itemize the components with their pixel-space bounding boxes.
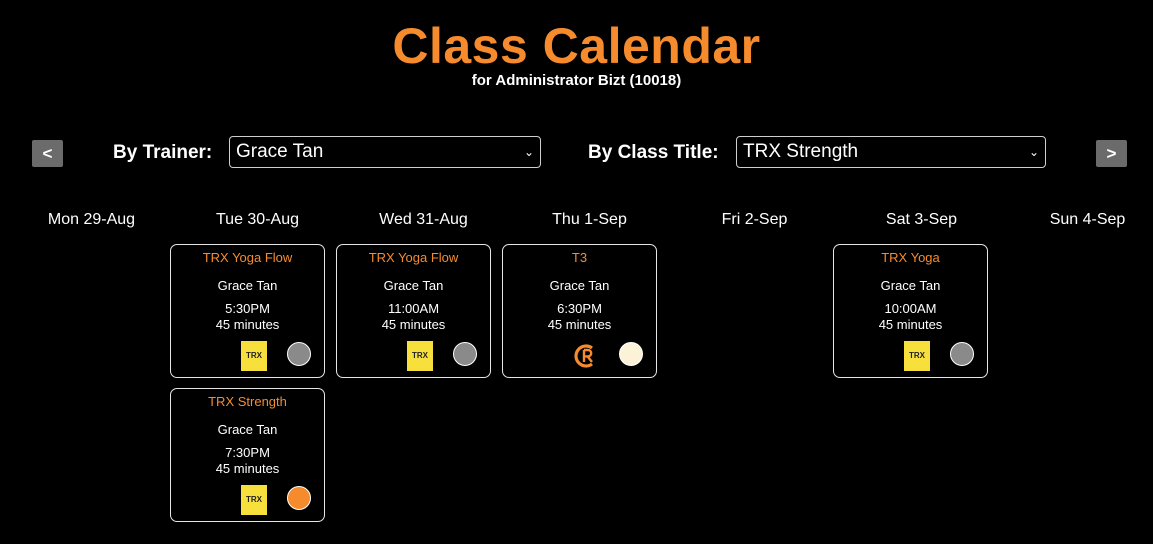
class-trainer: Grace Tan [217,278,278,293]
class-time: 10:00AM [884,301,937,316]
status-dot-icon [287,342,311,366]
cr-logo-icon [573,341,599,371]
class-card[interactable]: T3 Grace Tan 6:30PM 45 minutes [502,244,657,378]
class-title: TRX Yoga Flow [368,250,459,265]
class-time: 7:30PM [225,445,270,460]
page-subtitle: for Administrator Bizt (10018) [471,72,682,89]
day-header-tue: Tue 30-Aug [215,211,299,228]
class-title-filter-label: By Class Title: [588,142,719,163]
status-dot-icon [950,342,974,366]
class-duration: 45 minutes [381,317,446,332]
class-card[interactable]: TRX Yoga Flow Grace Tan 11:00AM 45 minut… [336,244,491,378]
day-header-thu: Thu 1-Sep [552,211,627,228]
class-card[interactable]: TRX Yoga Flow Grace Tan 5:30PM 45 minute… [170,244,325,378]
class-trainer: Grace Tan [880,278,941,293]
trx-logo-icon: TRX [241,485,267,515]
trainer-select-value: Grace Tan [236,141,324,162]
trx-logo-icon: TRX [241,341,267,371]
class-title-select-value: TRX Strength [743,141,859,162]
status-dot-icon [287,486,311,510]
day-header-sat: Sat 3-Sep [885,211,958,228]
chevron-down-icon: ⌄ [523,145,534,159]
trx-logo-icon: TRX [407,341,433,371]
class-time: 11:00AM [387,301,440,316]
day-header-mon: Mon 29-Aug [47,211,136,228]
class-title: TRX Yoga [881,250,940,265]
class-duration: 45 minutes [878,317,943,332]
class-duration: 45 minutes [547,317,612,332]
trx-logo-icon: TRX [904,341,930,371]
class-time: 5:30PM [225,301,270,316]
class-title: TRX Yoga Flow [202,250,293,265]
class-duration: 45 minutes [215,461,280,476]
trainer-filter-label: By Trainer: [113,142,213,163]
class-trainer: Grace Tan [217,422,278,437]
day-header-wed: Wed 31-Aug [379,211,468,228]
class-title-select[interactable]: TRX Strength ⌄ [736,136,1046,168]
status-dot-icon [453,342,477,366]
status-dot-icon [619,342,643,366]
class-title: TRX Strength [208,394,287,409]
class-trainer: Grace Tan [383,278,444,293]
chevron-down-icon: ⌄ [1028,145,1039,159]
class-trainer: Grace Tan [549,278,610,293]
class-card[interactable]: TRX Strength Grace Tan 7:30PM 45 minutes… [170,388,325,522]
class-calendar-page: Class Calendar for Administrator Bizt (1… [0,0,1153,544]
class-title: T3 [571,250,588,265]
class-card[interactable]: TRX Yoga Grace Tan 10:00AM 45 minutes TR… [833,244,988,378]
previous-week-button[interactable]: < [32,140,63,167]
next-week-button[interactable]: > [1096,140,1127,167]
trainer-select[interactable]: Grace Tan ⌄ [229,136,541,168]
page-title: Class Calendar [392,18,761,74]
day-header-sun: Sun 4-Sep [1049,211,1126,228]
class-time: 6:30PM [557,301,602,316]
class-duration: 45 minutes [215,317,280,332]
day-header-fri: Fri 2-Sep [721,211,788,228]
